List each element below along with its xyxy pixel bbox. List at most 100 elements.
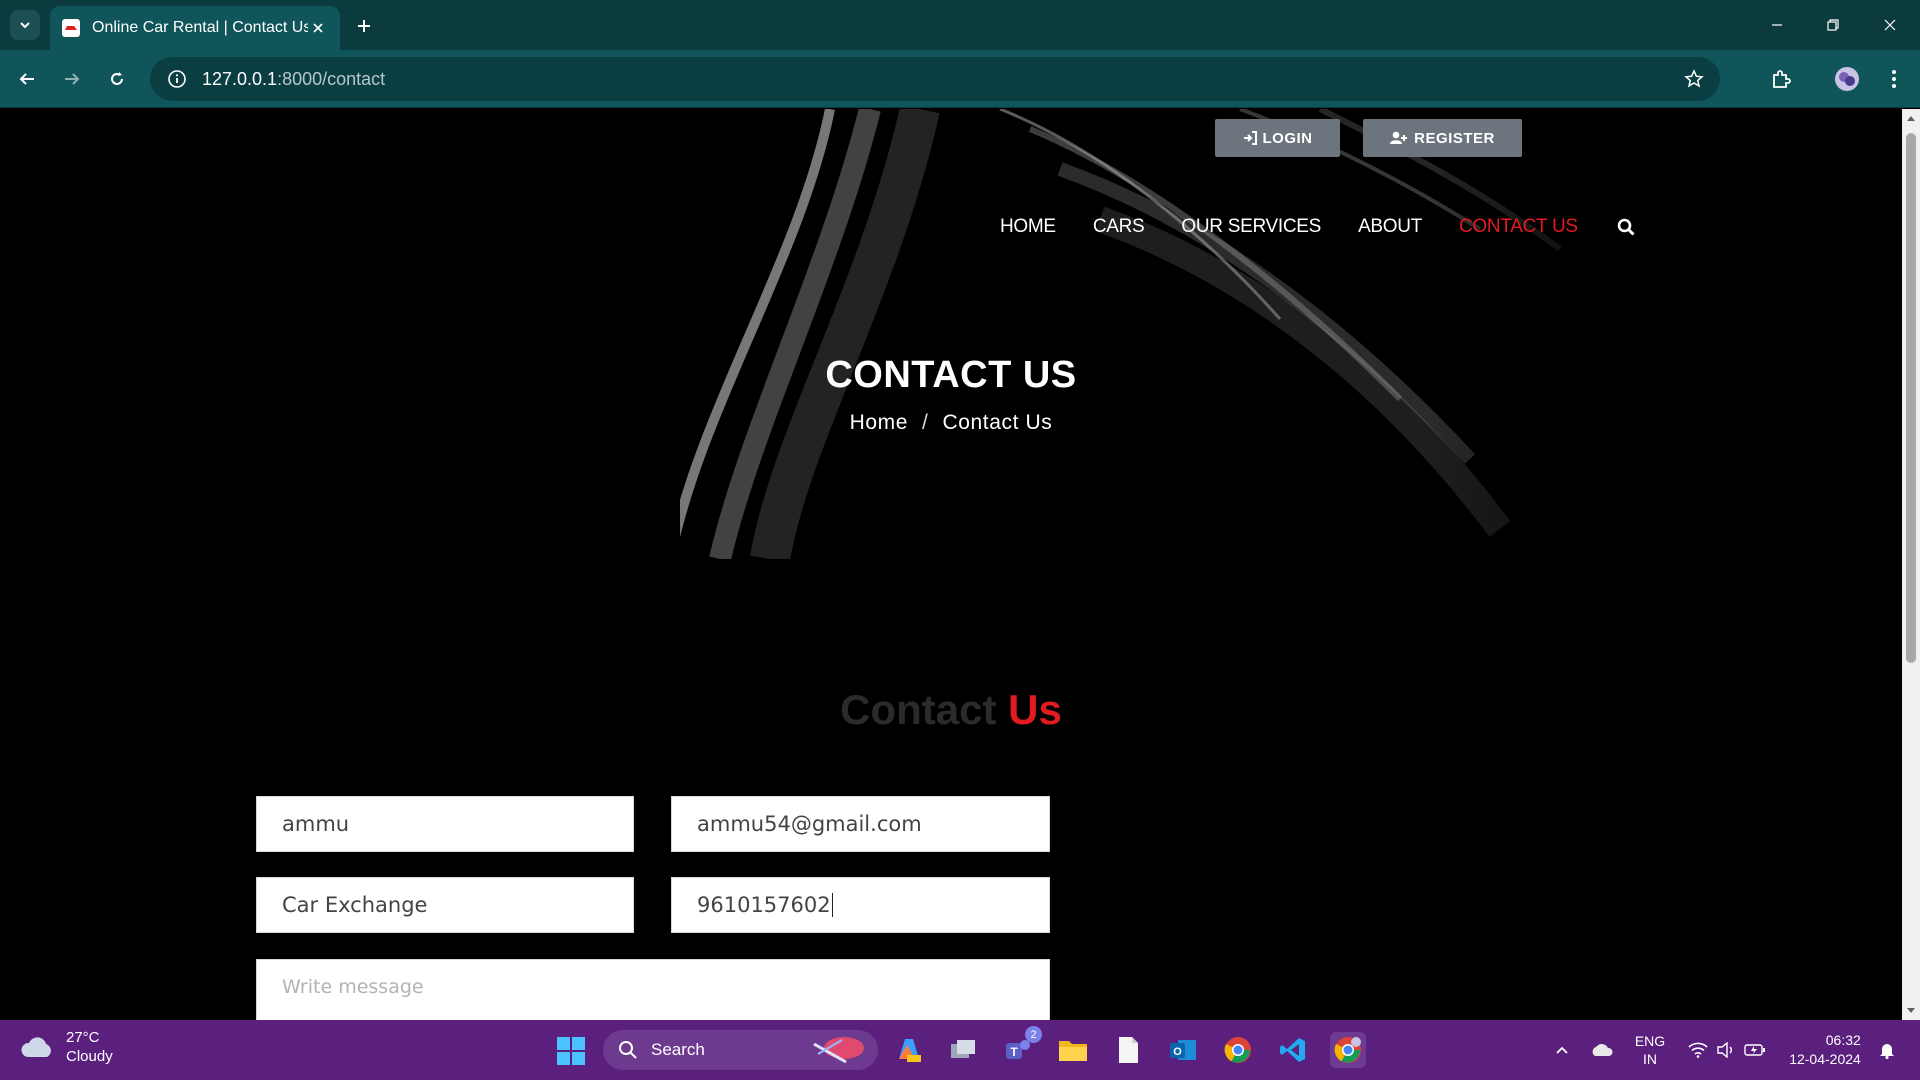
search-icon[interactable]	[1615, 216, 1637, 238]
nav-contact-us[interactable]: CONTACT US	[1459, 216, 1578, 238]
page-title: CONTACT US	[825, 354, 1077, 396]
breadcrumb-separator: /	[922, 411, 929, 434]
volume-icon[interactable]	[1713, 1020, 1739, 1080]
address-bar[interactable]: 127.0.0.1:8000/contact	[150, 57, 1720, 101]
contact-section-title: Contact Us	[0, 686, 1902, 734]
notepad-app-icon[interactable]	[1110, 1032, 1146, 1068]
breadcrumb-home-link[interactable]: Home	[850, 411, 908, 435]
new-tab-button[interactable]	[350, 12, 378, 40]
weather-temperature: 27°C	[66, 1029, 100, 1046]
reload-icon	[111, 72, 123, 85]
reload-button[interactable]	[100, 62, 134, 96]
scroll-down-arrow-icon[interactable]	[1906, 1006, 1916, 1016]
back-button[interactable]	[10, 62, 44, 96]
nav-our-services[interactable]: OUR SERVICES	[1181, 216, 1321, 238]
language-code: ENG	[1634, 1033, 1666, 1049]
teams-app-icon[interactable]: T 2	[1000, 1026, 1042, 1068]
url-path: :8000/contact	[277, 68, 386, 89]
puzzle-icon	[1773, 70, 1791, 88]
restore-button[interactable]	[1813, 8, 1853, 42]
taskbar-search[interactable]: Search	[603, 1030, 878, 1070]
email-field-value: ammu54@gmail.com	[697, 812, 922, 836]
teams-notification-badge: 2	[1025, 1026, 1042, 1043]
scroll-up-arrow-icon[interactable]	[1906, 113, 1916, 123]
browser-tab[interactable]: Online Car Rental | Contact Us	[50, 6, 340, 50]
browser-toolbar: 127.0.0.1:8000/contact	[0, 50, 1920, 108]
name-field[interactable]: ammu	[256, 796, 634, 852]
show-hidden-icons-button[interactable]	[1550, 1020, 1574, 1080]
car-favicon-icon	[62, 19, 80, 37]
system-clock[interactable]: 06:32 12-04-2024	[1780, 1020, 1870, 1080]
message-textarea[interactable]: Write message	[256, 959, 1050, 1020]
chrome-app-icon[interactable]	[1220, 1032, 1256, 1068]
search-icon	[617, 1039, 639, 1061]
nav-about[interactable]: ABOUT	[1358, 216, 1422, 238]
sign-in-icon	[1243, 131, 1257, 145]
email-field[interactable]: ammu54@gmail.com	[671, 796, 1050, 852]
breadcrumb: Home / Contact Us	[0, 411, 1902, 435]
weather-widget[interactable]: 27°C Cloudy	[20, 1028, 113, 1066]
arrow-left-icon	[19, 73, 34, 85]
subject-field-value: Car Exchange	[282, 893, 428, 917]
clock-time: 06:32	[1825, 1032, 1861, 1048]
task-view-icon[interactable]	[945, 1032, 981, 1068]
arrow-right-icon	[65, 73, 80, 85]
minimize-icon	[1772, 24, 1782, 26]
login-button[interactable]: LOGIN	[1215, 119, 1340, 157]
hero-banner: LOGIN REGISTER HOME CARS OUR SERVICES AB…	[0, 109, 1902, 559]
language-region: IN	[1643, 1051, 1657, 1067]
url-host: 127.0.0.1	[202, 68, 278, 89]
close-window-button[interactable]	[1870, 8, 1910, 42]
windows-start-icon[interactable]	[556, 1036, 586, 1066]
message-placeholder: Write message	[282, 976, 424, 998]
minimize-button[interactable]	[1757, 8, 1797, 42]
restore-icon	[1827, 19, 1839, 31]
wifi-icon[interactable]	[1685, 1020, 1711, 1080]
chevron-up-icon	[1556, 1046, 1568, 1054]
outlook-app-icon[interactable]: O	[1165, 1032, 1201, 1068]
breadcrumb-current: Contact Us	[942, 411, 1053, 434]
file-explorer-icon[interactable]	[1055, 1032, 1091, 1068]
notifications-bell-icon[interactable]	[1875, 1020, 1899, 1080]
name-field-value: ammu	[282, 812, 350, 836]
svg-text:O: O	[1173, 1046, 1182, 1058]
chrome-profile-app-icon[interactable]	[1330, 1032, 1366, 1068]
main-navigation: HOME CARS OUR SERVICES ABOUT CONTACT US	[1000, 209, 1637, 245]
more-vertical-icon	[1892, 70, 1896, 88]
taskbar-search-label: Search	[651, 1040, 705, 1059]
plus-icon	[358, 20, 370, 32]
subject-field[interactable]: Car Exchange	[256, 877, 634, 933]
input-language-indicator[interactable]: ENG IN	[1630, 1020, 1670, 1080]
nav-cars[interactable]: CARS	[1093, 216, 1145, 238]
page-scrollbar[interactable]	[1902, 109, 1920, 1020]
web-page: LOGIN REGISTER HOME CARS OUR SERVICES AB…	[0, 109, 1902, 1020]
register-button[interactable]: REGISTER	[1363, 119, 1522, 157]
register-label: REGISTER	[1414, 129, 1495, 147]
hero-background-graphic	[680, 109, 1680, 559]
avatar-icon	[1835, 67, 1859, 91]
browser-menu-button[interactable]	[1877, 62, 1911, 96]
nav-home[interactable]: HOME	[1000, 216, 1056, 238]
vscode-app-icon[interactable]	[1275, 1032, 1311, 1068]
weather-condition: Cloudy	[66, 1048, 113, 1065]
search-highlight-icon	[813, 1037, 864, 1064]
scrollbar-thumb[interactable]	[1906, 133, 1916, 663]
close-tab-icon[interactable]	[308, 18, 328, 38]
chevron-down-icon	[20, 22, 30, 29]
browser-tab-bar: Online Car Rental | Contact Us	[0, 0, 1920, 50]
text-caret	[831, 893, 833, 917]
extensions-button[interactable]	[1764, 62, 1798, 96]
svg-text:T: T	[1010, 1045, 1018, 1059]
tab-title: Online Car Rental | Contact Us	[92, 19, 308, 36]
bookmark-star-icon[interactable]	[1682, 67, 1706, 91]
copilot-app-icon[interactable]	[890, 1032, 926, 1068]
login-label: LOGIN	[1262, 129, 1313, 147]
site-info-icon[interactable]	[164, 66, 190, 92]
section-title-us: Us	[1008, 686, 1062, 733]
profile-button[interactable]	[1830, 62, 1864, 96]
tab-search-button[interactable]	[10, 10, 40, 40]
onedrive-icon[interactable]	[1588, 1020, 1616, 1080]
phone-field[interactable]: 9610157602	[671, 877, 1050, 933]
battery-icon[interactable]	[1742, 1020, 1768, 1080]
forward-button[interactable]	[55, 62, 89, 96]
